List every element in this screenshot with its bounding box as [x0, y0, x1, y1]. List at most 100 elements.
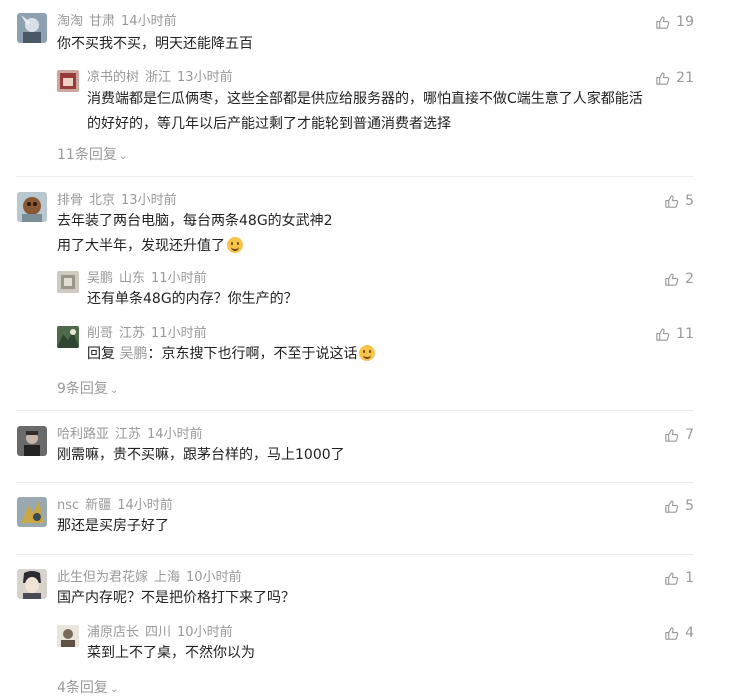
avatar[interactable]	[17, 497, 47, 527]
reply-meta: 凉书的树 浙江 13小时前	[87, 70, 239, 86]
like-button[interactable]: 21	[655, 70, 694, 86]
reply-text: 菜到上不了桌，不然你以为	[87, 641, 255, 666]
comment-text: 刚需嘛，贵不买嘛，跟茅台样的，马上1000了	[57, 443, 345, 468]
thumbs-up-icon	[656, 71, 670, 85]
avatar[interactable]	[57, 326, 79, 348]
like-button[interactable]: 19	[655, 14, 694, 30]
username[interactable]: 排骨	[57, 193, 83, 208]
reply-line: 消费端都是仨瓜俩枣，这些全部都是供应给服务器的，哪怕直接不做C端生意了人家都能活	[87, 91, 643, 107]
chevron-down-icon: ⌄	[118, 151, 128, 162]
reply-text: 回复 吴鹏：京东搜下也行啊，不至于说这话	[87, 342, 376, 367]
thumbs-up-icon	[665, 626, 679, 640]
reply-meta: 浦原店长 四川 10小时前	[87, 625, 239, 641]
like-count: 4	[685, 625, 694, 641]
timestamp: 11小时前	[151, 271, 207, 286]
reply-line: 的好好的，等几年以后产能过剩了才能轮到普通消费者选择	[87, 116, 451, 132]
comment-line: 你不买我不买，明天还能降五百	[57, 36, 253, 52]
username[interactable]: 浦原店长	[87, 625, 139, 640]
comment-meta: 哈利路亚 江苏 14小时前	[57, 427, 209, 443]
expand-replies-button[interactable]: 9条回复 ⌄	[57, 381, 118, 399]
expand-replies-button[interactable]: 11条回复 ⌄	[57, 147, 127, 165]
like-count: 21	[676, 70, 694, 86]
comment-meta: 此生但为君花嫁 上海 10小时前	[57, 570, 248, 586]
timestamp: 10小时前	[186, 570, 242, 585]
like-button[interactable]: 5	[664, 193, 694, 209]
timestamp: 11小时前	[151, 326, 207, 341]
comment-text: 去年装了两台电脑，每台两条48G的女武神2 用了大半年，发现还升值了	[57, 209, 333, 259]
like-button[interactable]: 4	[664, 625, 694, 641]
like-button[interactable]: 7	[664, 427, 694, 443]
comment-line: 去年装了两台电脑，每台两条48G的女武神2	[57, 213, 333, 229]
thumbs-up-icon	[665, 272, 679, 286]
reply-prefix: 回复	[87, 346, 115, 362]
location: 甘肃	[89, 14, 116, 29]
comment-line: 国产内存呢？不是把价格打下来了吗？	[57, 590, 295, 606]
avatar[interactable]	[17, 192, 47, 222]
like-count: 7	[685, 427, 694, 443]
like-count: 5	[685, 498, 694, 514]
timestamp: 14小时前	[121, 14, 177, 29]
avatar[interactable]	[57, 271, 79, 293]
expand-replies-label: 11条回复	[57, 147, 117, 163]
thumbs-up-icon	[656, 327, 670, 341]
thumbs-up-icon	[665, 194, 679, 208]
like-button[interactable]: 11	[655, 326, 694, 342]
comment-meta: nsc 新疆 14小时前	[57, 498, 179, 514]
like-button[interactable]: 2	[664, 271, 694, 287]
reply-separator: ：	[147, 346, 162, 362]
timestamp: 14小时前	[117, 498, 173, 513]
reply-line: 回复 吴鹏：京东搜下也行啊，不至于说这话	[87, 342, 376, 367]
divider	[16, 554, 694, 555]
reply-line: 还有单条48G的内存？你生产的？	[87, 291, 298, 307]
avatar[interactable]	[17, 13, 47, 43]
expand-replies-label: 4条回复	[57, 680, 108, 696]
avatar[interactable]	[57, 625, 79, 647]
comment-meta: 淘淘 甘肃 14小时前	[57, 14, 183, 30]
location: 江苏	[115, 427, 142, 442]
username[interactable]: 哈利路亚	[57, 427, 109, 442]
username[interactable]: 此生但为君花嫁	[57, 570, 148, 585]
location: 上海	[154, 570, 181, 585]
divider	[16, 410, 694, 411]
timestamp: 14小时前	[147, 427, 203, 442]
laugh-emoji-icon	[359, 345, 376, 361]
expand-replies-label: 9条回复	[57, 381, 108, 397]
avatar[interactable]	[57, 70, 79, 92]
username[interactable]: 凉书的树	[87, 70, 139, 85]
comment-line-text: 用了大半年，发现还升值了	[57, 238, 225, 254]
like-count: 5	[685, 193, 694, 209]
thumbs-up-icon	[665, 499, 679, 513]
location: 新疆	[85, 498, 112, 513]
reply-text: 消费端都是仨瓜俩枣，这些全部都是供应给服务器的，哪怕直接不做C端生意了人家都能活…	[87, 87, 643, 137]
comment-text: 国产内存呢？不是把价格打下来了吗？	[57, 586, 295, 611]
username[interactable]: 淘淘	[57, 14, 83, 29]
comment-meta: 排骨 北京 13小时前	[57, 193, 183, 209]
like-count: 2	[685, 271, 694, 287]
reply-meta: 削哥 江苏 11小时前	[87, 326, 213, 342]
expand-replies-button[interactable]: 4条回复 ⌄	[57, 680, 118, 698]
comment-text: 那还是买房子好了	[57, 514, 169, 539]
smile-emoji-icon	[227, 237, 243, 253]
reply-text: 还有单条48G的内存？你生产的？	[87, 287, 298, 312]
reply-meta: 吴鹏 山东 11小时前	[87, 271, 213, 287]
timestamp: 13小时前	[121, 193, 177, 208]
username[interactable]: 吴鹏	[87, 271, 113, 286]
location: 北京	[89, 193, 116, 208]
like-count: 1	[685, 570, 694, 586]
chevron-down-icon: ⌄	[109, 684, 119, 695]
thumbs-up-icon	[665, 571, 679, 585]
comment-line: 刚需嘛，贵不买嘛，跟茅台样的，马上1000了	[57, 447, 345, 463]
reply-line-text: 京东搜下也行啊，不至于说这话	[161, 346, 358, 362]
like-button[interactable]: 1	[664, 570, 694, 586]
comment-line: 那还是买房子好了	[57, 518, 169, 534]
mention-link[interactable]: 吴鹏	[119, 346, 147, 362]
like-button[interactable]: 5	[664, 498, 694, 514]
location: 浙江	[145, 70, 172, 85]
avatar[interactable]	[17, 569, 47, 599]
username[interactable]: nsc	[57, 498, 79, 513]
avatar[interactable]	[17, 426, 47, 456]
username[interactable]: 削哥	[87, 326, 113, 341]
timestamp: 13小时前	[177, 70, 233, 85]
location: 四川	[145, 625, 172, 640]
divider	[16, 176, 694, 177]
